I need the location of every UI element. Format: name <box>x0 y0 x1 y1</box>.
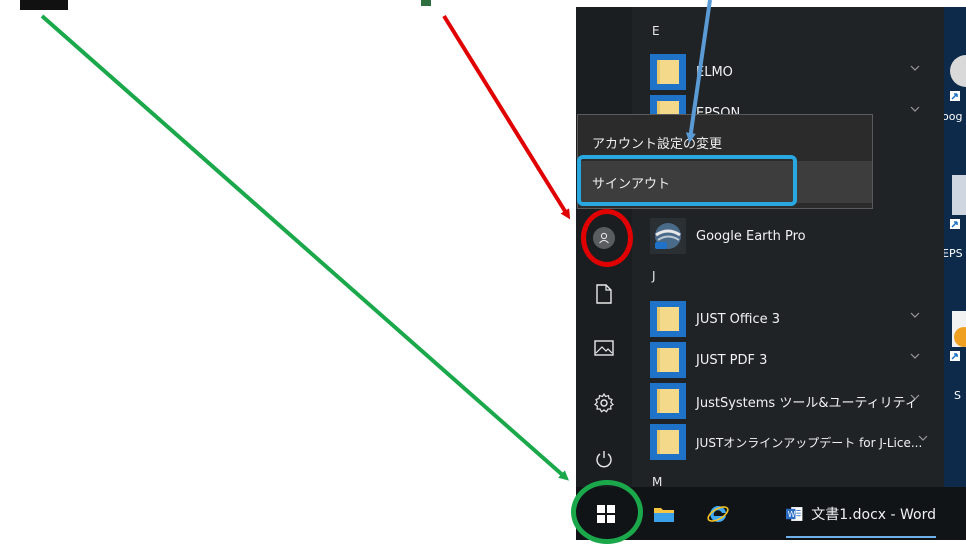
annotation-arrows <box>40 0 712 481</box>
red-arrow <box>442 14 571 220</box>
blue-arrow <box>685 0 712 143</box>
